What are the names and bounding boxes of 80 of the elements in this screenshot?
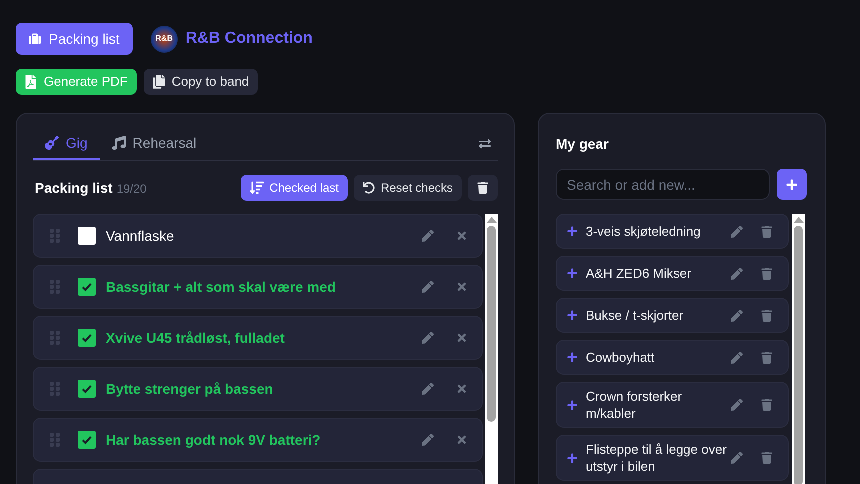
edit-icon[interactable]: [731, 310, 743, 322]
edit-icon[interactable]: [731, 268, 743, 280]
band-name: R&B Connection: [186, 29, 313, 49]
sort-button[interactable]: Checked last: [240, 175, 348, 201]
edit-icon[interactable]: [422, 230, 434, 242]
item-label: Xvive U45 trådløst, fulladet: [106, 328, 286, 348]
drag-handle-icon[interactable]: [49, 432, 61, 448]
undo-icon: [362, 182, 375, 194]
drag-handle-icon[interactable]: [49, 228, 61, 244]
checkmark-icon: [81, 434, 93, 446]
plus-icon[interactable]: [567, 310, 578, 321]
edit-icon[interactable]: [422, 281, 434, 293]
trash-icon[interactable]: [761, 452, 773, 464]
band-logo: R&B: [150, 26, 178, 52]
plus-icon[interactable]: [567, 268, 578, 279]
trash-icon[interactable]: [761, 352, 773, 364]
trash-icon: [477, 182, 489, 194]
edit-icon[interactable]: [731, 352, 743, 364]
panel-title: My gear: [556, 135, 610, 154]
item-count: 19/20: [116, 180, 147, 198]
delete-button[interactable]: [468, 175, 498, 201]
trash-icon[interactable]: [761, 399, 773, 411]
plus-icon[interactable]: [567, 400, 578, 410]
plus-icon[interactable]: [567, 226, 578, 237]
sort-icon: [250, 181, 264, 195]
gear-label: A&H ZED6 Mikser: [586, 265, 692, 282]
gear-label: Flisteppe til å legge over utstyr i bilen: [586, 441, 728, 475]
pdf-file-icon: [25, 75, 37, 89]
drag-handle-icon[interactable]: [49, 381, 61, 397]
tab[interactable]: Rehearsal: [100, 128, 209, 160]
item-label: Har bassen godt nok 9V batteri?: [106, 430, 322, 450]
scrollbar[interactable]: [485, 214, 498, 484]
scrollbar[interactable]: [792, 214, 805, 484]
edit-icon[interactable]: [422, 332, 434, 344]
gear-label: Crown forsterker m/kabler: [586, 388, 684, 422]
item-label: Vannflaske: [106, 226, 176, 246]
checkbox[interactable]: [78, 227, 96, 245]
edit-icon[interactable]: [422, 434, 434, 446]
close-icon[interactable]: [456, 434, 468, 446]
music-note-icon: [112, 136, 126, 150]
nav-button[interactable]: Packing list: [16, 23, 133, 55]
checkmark-icon: [81, 281, 93, 293]
trash-icon[interactable]: [761, 226, 773, 238]
drag-handle-icon[interactable]: [49, 279, 61, 295]
search-field[interactable]: Search or add new...: [556, 169, 770, 200]
gear-label: Bukse / t-skjorter: [586, 307, 685, 324]
trash-icon[interactable]: [761, 268, 773, 280]
drag-handle-icon[interactable]: [49, 330, 61, 346]
close-icon[interactable]: [456, 230, 468, 242]
checkmark-icon: [81, 332, 93, 344]
copy-icon: [152, 75, 165, 89]
generate-pdf-button[interactable]: Generate PDF: [16, 69, 137, 95]
edit-icon[interactable]: [731, 452, 743, 464]
trash-icon[interactable]: [761, 310, 773, 322]
item-label: Bassgitar + alt som skal være med: [106, 278, 337, 297]
copy-button[interactable]: Copy to band: [144, 69, 258, 95]
close-icon[interactable]: [456, 332, 468, 344]
edit-icon[interactable]: [422, 383, 434, 395]
checkbox[interactable]: [78, 431, 96, 449]
close-icon[interactable]: [456, 281, 468, 293]
plus-icon: [786, 178, 798, 190]
edit-icon[interactable]: [731, 226, 743, 238]
list-title: Packing list: [35, 178, 113, 198]
checkbox[interactable]: [78, 329, 96, 347]
edit-icon[interactable]: [731, 399, 743, 411]
plus-icon[interactable]: [567, 352, 578, 363]
reset-button[interactable]: Reset checks: [354, 175, 462, 201]
close-icon[interactable]: [456, 383, 468, 395]
item-label: Bytte strenger på bassen: [106, 380, 274, 399]
checkbox[interactable]: [78, 380, 96, 398]
gear-label: Cowboyhatt: [586, 349, 656, 366]
swap-icon[interactable]: [479, 138, 491, 150]
gear-label: 3-veis skjøteledning: [586, 223, 702, 240]
suitcase-icon: [29, 32, 41, 46]
add-button[interactable]: [777, 169, 807, 200]
plus-icon[interactable]: [567, 452, 578, 464]
guitar-icon: [45, 136, 59, 150]
tab[interactable]: Gig: [33, 128, 100, 160]
checkbox[interactable]: [78, 278, 96, 296]
checkmark-icon: [81, 383, 93, 395]
